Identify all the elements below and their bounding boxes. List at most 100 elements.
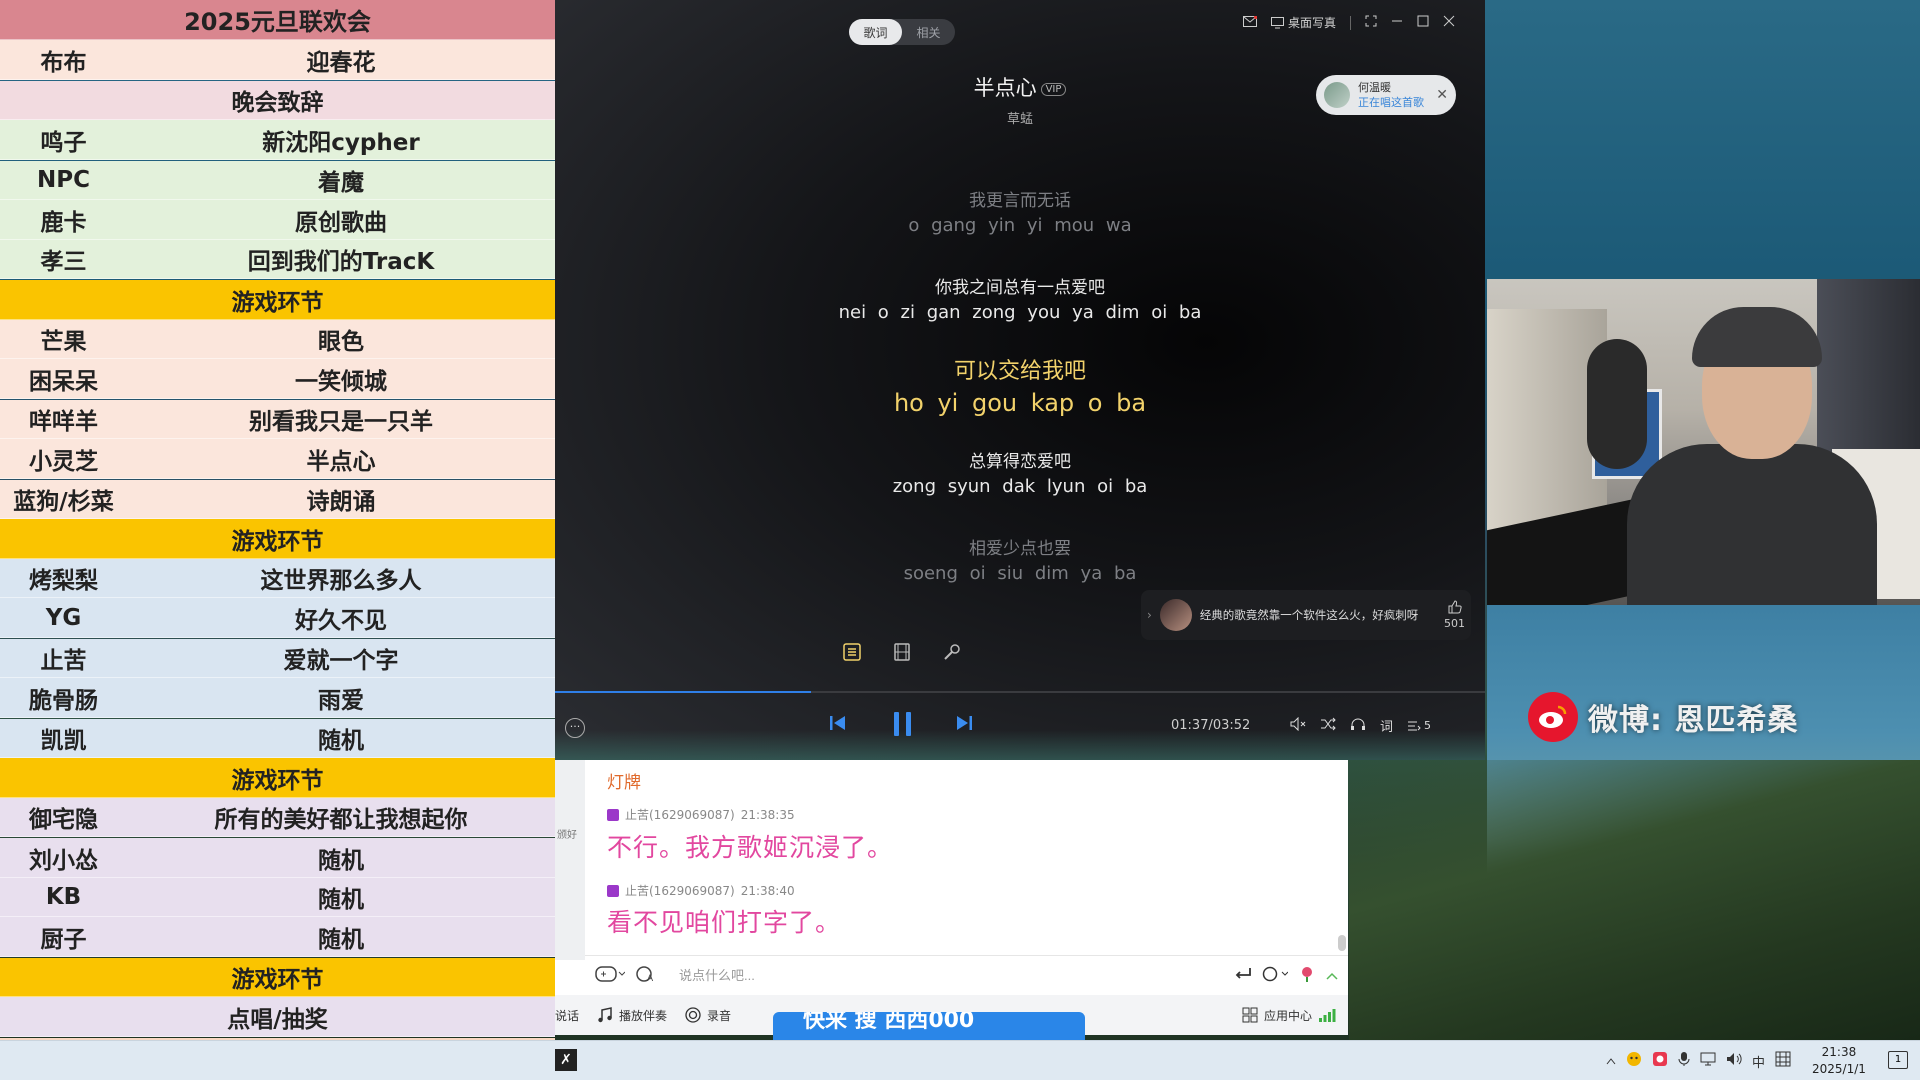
- ime-indicator[interactable]: 中: [1752, 1052, 1765, 1071]
- chat-bubble-icon[interactable]: [1262, 966, 1289, 986]
- performance-title: 迎春花: [306, 49, 376, 76]
- performer-name: 厨子: [40, 926, 87, 953]
- lyric-romanization: zong syun dak lyun oi ba: [892, 476, 1148, 497]
- previous-track-button[interactable]: [829, 714, 847, 736]
- lyric-line[interactable]: 我更言而无话 o gang yin yi mou wa: [555, 186, 1485, 236]
- system-tray: 中: [1606, 1041, 1791, 1080]
- chat-scrollbar[interactable]: [1338, 935, 1346, 951]
- headphones-icon[interactable]: [1350, 717, 1366, 735]
- lyric-chinese: 你我之间总有一点爱吧: [935, 278, 1105, 298]
- desktop-lyrics-button[interactable]: 桌面写真: [1270, 14, 1336, 31]
- close-icon[interactable]: [1443, 15, 1455, 30]
- vip-badge: VIP: [1040, 82, 1067, 96]
- section-label: 游戏环节: [231, 289, 324, 316]
- program-section: 游戏环节: [0, 280, 555, 320]
- program-row: 止苦 爱就一个字: [0, 639, 555, 678]
- lyric-chinese: 我更言而无话: [969, 191, 1071, 211]
- performer-name: 芒果: [40, 329, 87, 355]
- clock-time: 21:38: [1821, 1045, 1857, 1059]
- singer-notice[interactable]: 何温暖 正在唱这首歌 ✕: [1316, 75, 1456, 115]
- performer-name: 脆骨肠: [29, 687, 98, 714]
- record-button[interactable]: 录音: [685, 1007, 731, 1024]
- program-row: 鸣子 新沈阳cypher: [0, 120, 555, 160]
- message-user[interactable]: 止苦(1629069087): [625, 806, 735, 823]
- performance-title: 爱就一个字: [283, 648, 399, 674]
- chat-input-row: A: [585, 955, 1348, 995]
- tab-related[interactable]: 相关: [902, 19, 955, 45]
- tray-expand-icon[interactable]: [1606, 1054, 1616, 1069]
- hot-comment[interactable]: › 经典的歌竟然靠一个软件这么火，好疯刺呀 501: [1141, 590, 1471, 640]
- chevron-left-icon[interactable]: ›: [1147, 608, 1152, 622]
- tray-app-icon[interactable]: [1626, 1051, 1642, 1071]
- tab-lyrics[interactable]: 歌词: [849, 19, 902, 45]
- system-clock[interactable]: 21:38 2025/1/1: [1812, 1044, 1866, 1078]
- performance-title: 新沈阳cypher: [262, 129, 420, 156]
- mute-icon[interactable]: [1290, 716, 1306, 735]
- tray-music-icon[interactable]: [1652, 1051, 1668, 1071]
- accompany-label: 播放伴奏: [619, 1008, 668, 1023]
- accompany-button[interactable]: 播放伴奏: [597, 1007, 667, 1024]
- shuffle-icon[interactable]: [1320, 717, 1336, 735]
- progress-bar[interactable]: [555, 691, 1485, 693]
- mail-icon[interactable]: [1242, 14, 1258, 30]
- lyric-line[interactable]: 相爱少点也罢 soeng oi siu dim ya ba: [555, 534, 1485, 584]
- lyric-line[interactable]: 总算得恋爱吧 zong syun dak lyun oi ba: [555, 447, 1485, 497]
- lyric-line-current[interactable]: 可以交给我吧 ho yi gou kap o ba: [555, 353, 1485, 417]
- minimize-icon[interactable]: [1391, 15, 1403, 30]
- program-row: 脆骨肠 雨爱: [0, 678, 555, 718]
- chat-input[interactable]: [667, 968, 1224, 983]
- performance-title: 好久不见: [295, 607, 387, 634]
- enter-icon[interactable]: [1234, 966, 1252, 985]
- performer-name: 烤梨梨: [29, 568, 98, 594]
- playlist-button[interactable]: 5: [1407, 719, 1431, 732]
- comment-likes[interactable]: 501: [1444, 600, 1465, 630]
- time-total: 03:52: [1212, 718, 1251, 733]
- program-section: 游戏环节: [0, 758, 555, 798]
- talk-button[interactable]: 说话: [555, 1007, 579, 1024]
- maximize-icon[interactable]: [1417, 15, 1429, 30]
- comment-text: 经典的歌竟然靠一个软件这么火，好疯刺呀: [1199, 608, 1419, 622]
- font-style-icon[interactable]: A: [635, 965, 657, 987]
- performance-title: 随机: [318, 887, 364, 913]
- fullscreen-icon[interactable]: [1365, 15, 1377, 30]
- next-track-button[interactable]: [955, 714, 973, 736]
- weibo-overlay: 微博: 恩匹希桑: [1528, 692, 1798, 742]
- chat-panel: 颁好 灯牌 止苦(1629069087) 21:38:35 不行。我方歌姬沉浸了。…: [555, 760, 1348, 1035]
- player-options: 词 5: [1290, 716, 1431, 735]
- lyric-toggle-button[interactable]: 词: [1380, 716, 1393, 735]
- playlist-icon: [1408, 721, 1421, 730]
- video-icon[interactable]: [892, 642, 912, 662]
- performance-title: 所有的美好都让我想起你: [214, 807, 468, 833]
- time-readout: 01:37/03:52: [1171, 718, 1251, 733]
- tray-microphone-icon[interactable]: [1678, 1051, 1690, 1071]
- pause-button[interactable]: [891, 710, 915, 742]
- network-icon[interactable]: [1700, 1051, 1716, 1071]
- desktop-lyrics-label: 桌面写真: [1287, 16, 1336, 30]
- program-section: 游戏环节: [0, 958, 555, 997]
- performer-name: KB: [45, 884, 82, 910]
- expand-up-icon[interactable]: [1326, 966, 1338, 985]
- lyric-romanization: ho yi gou kap o ba: [893, 389, 1147, 417]
- ime-grid-icon[interactable]: [1775, 1051, 1791, 1071]
- message-meta: 止苦(1629069087) 21:38:40: [607, 882, 795, 899]
- notification-center-icon[interactable]: 1: [1888, 1051, 1908, 1069]
- taskbar-app-icon[interactable]: ✗: [555, 1049, 577, 1071]
- performer-name: 鸣子: [40, 129, 87, 156]
- side-strip-label: 颁好: [557, 830, 577, 841]
- lyric-line[interactable]: 你我之间总有一点爱吧 nei o zi gan zong you ya dim o…: [555, 273, 1485, 323]
- app-center-button[interactable]: 应用中心: [1242, 1007, 1336, 1024]
- gift-icon: [607, 808, 619, 821]
- volume-icon[interactable]: [1726, 1051, 1742, 1071]
- app-center-label: 应用中心: [1263, 1008, 1312, 1023]
- microphone-icon[interactable]: [942, 642, 962, 662]
- lyric-mode-icon[interactable]: [842, 642, 862, 662]
- message-user[interactable]: 止苦(1629069087): [625, 882, 735, 899]
- more-options-button[interactable]: ···: [565, 718, 585, 738]
- message-text: 不行。我方歌姬沉浸了。: [607, 833, 894, 862]
- section-label: 晚会致辞: [231, 90, 324, 116]
- emoji-game-icon[interactable]: [595, 965, 626, 987]
- program-row: 烤梨梨 这世界那么多人: [0, 559, 555, 598]
- flower-gift-icon[interactable]: [1298, 965, 1316, 987]
- close-notice-icon[interactable]: ✕: [1436, 87, 1448, 103]
- lyric-chinese: 总算得恋爱吧: [969, 452, 1071, 472]
